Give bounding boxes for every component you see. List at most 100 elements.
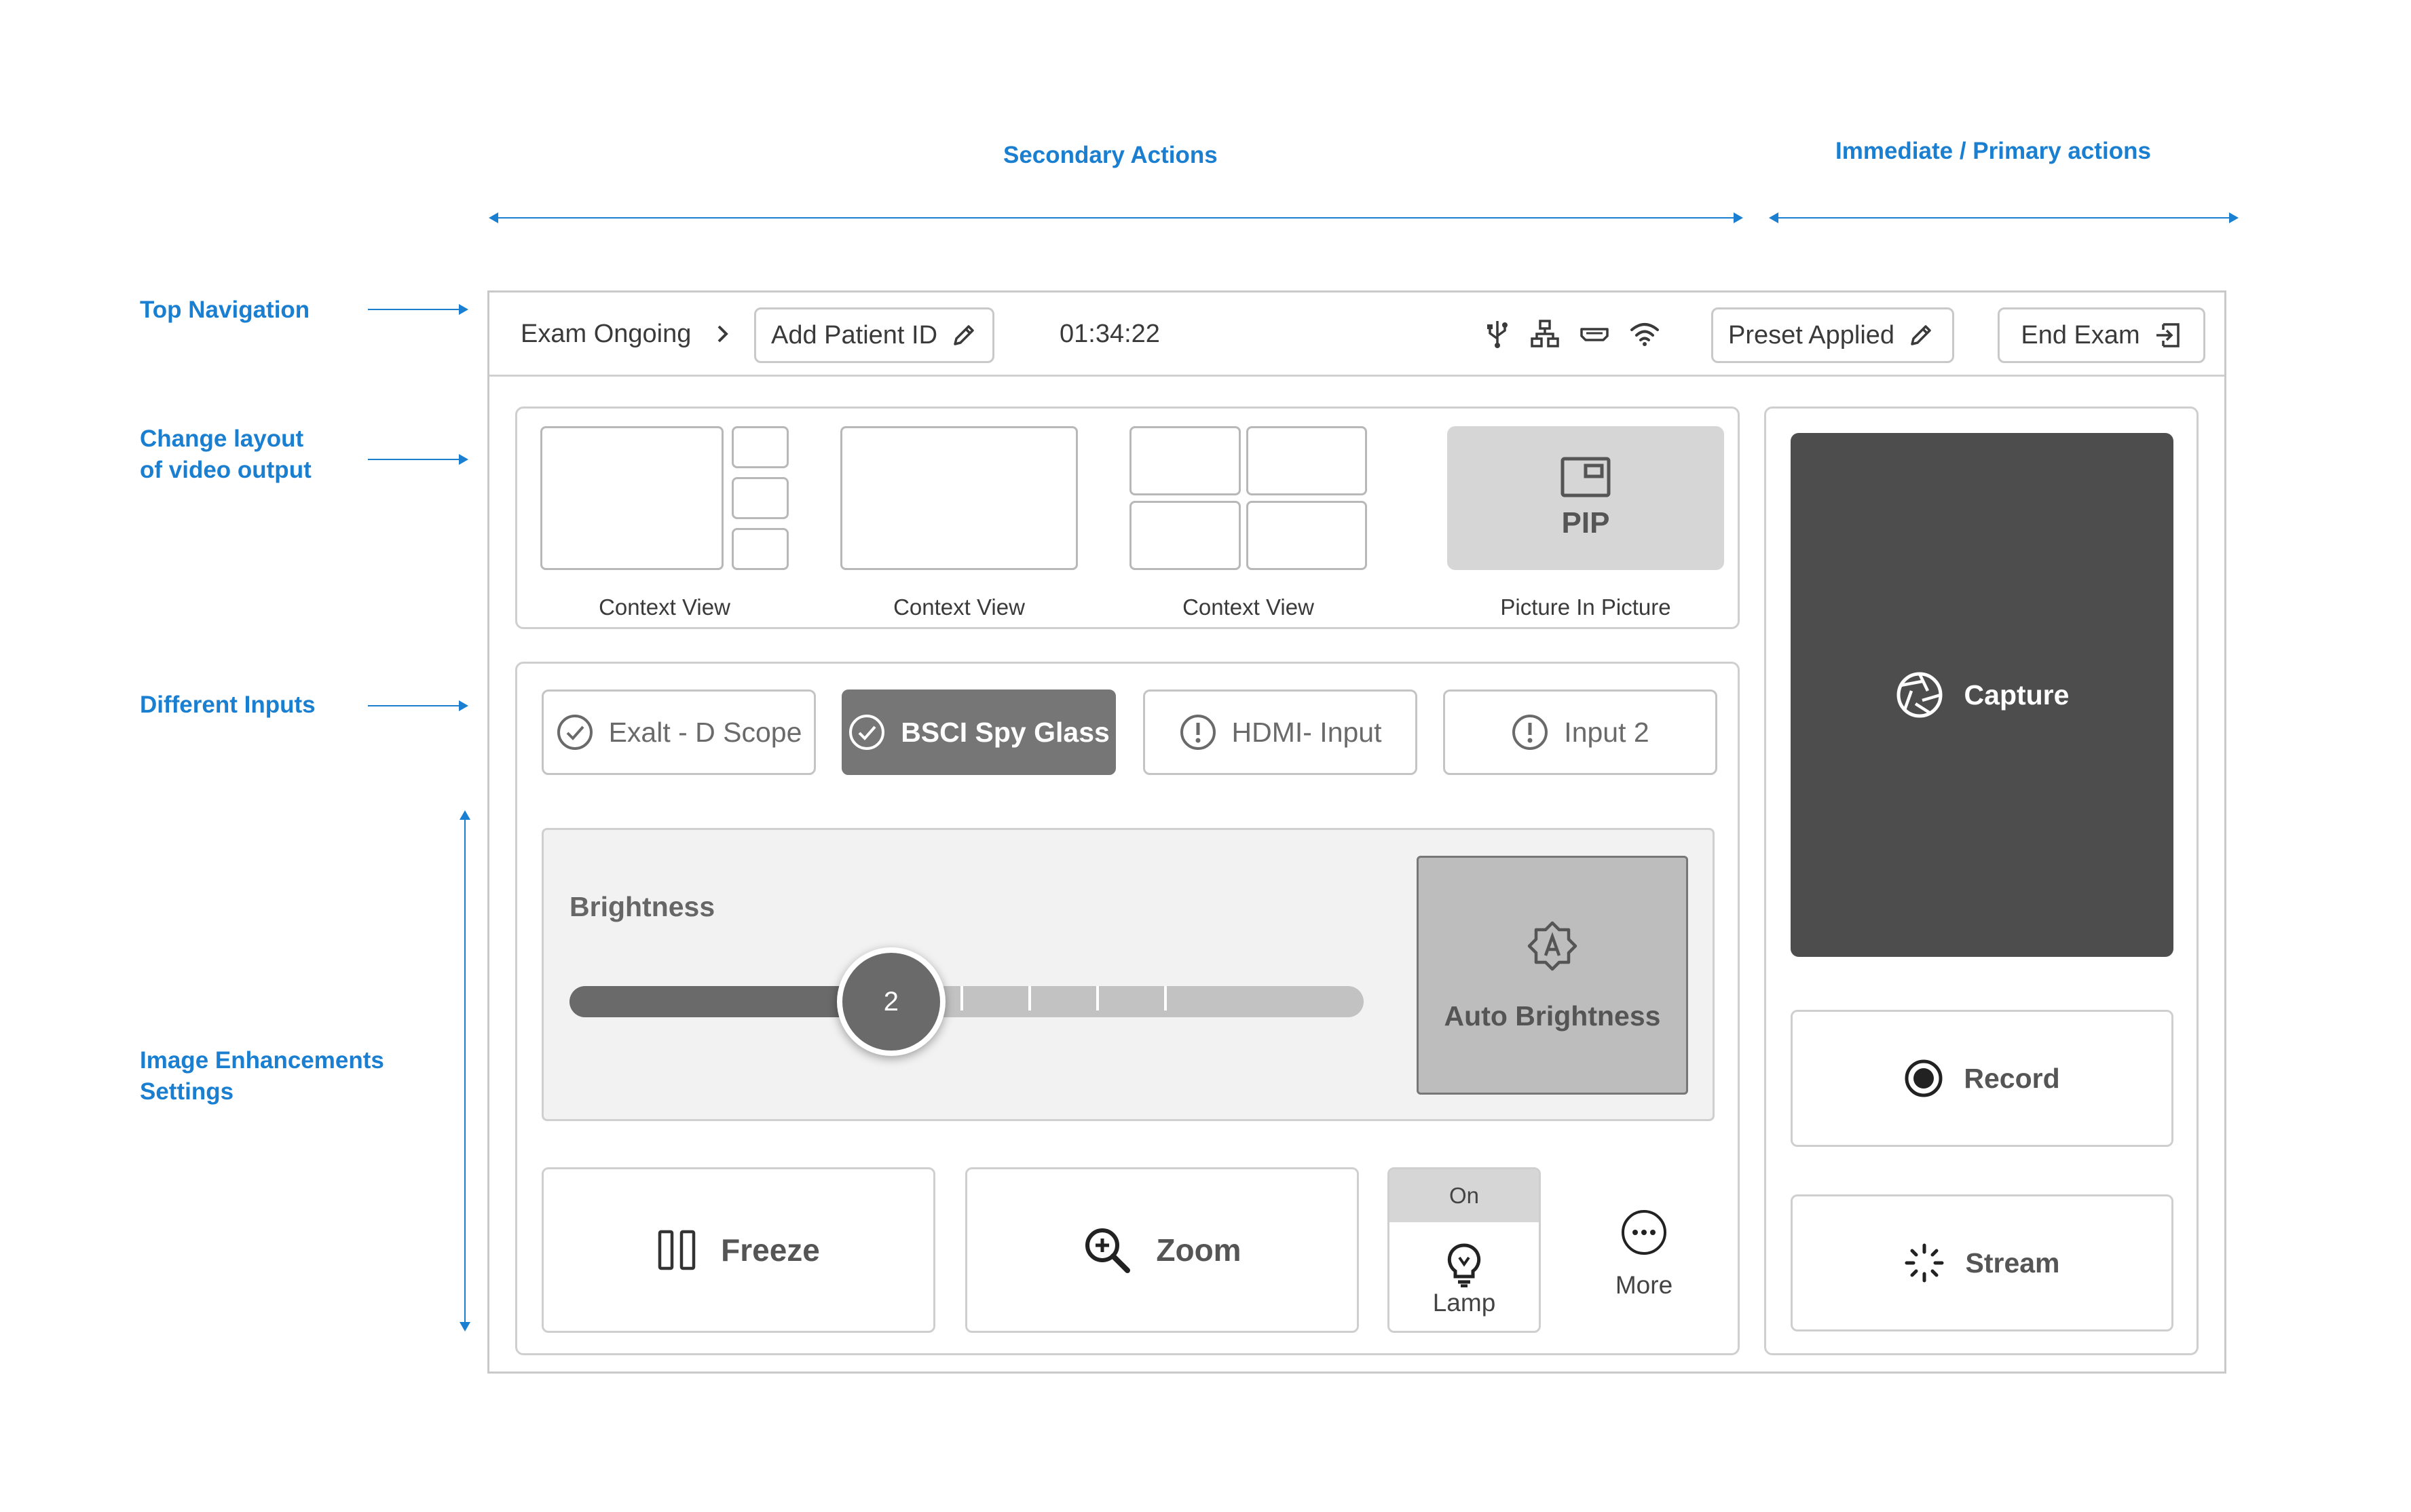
check-circle-icon (557, 715, 593, 750)
freeze-button[interactable]: Freeze (542, 1167, 935, 1333)
slider-tick (1096, 986, 1099, 1010)
zoom-button[interactable]: Zoom (965, 1167, 1359, 1333)
layout-thumb-small-1 (732, 426, 789, 468)
layout-label: Context View (893, 594, 1025, 620)
annotation-image-enh-line2: Settings (140, 1078, 234, 1105)
annotation-secondary-arrow (489, 212, 1743, 223)
brightness-label: Brightness (569, 891, 715, 922)
slider-handle[interactable]: 2 (836, 947, 946, 1056)
layout-label: Picture In Picture (1500, 594, 1671, 620)
annotation-primary-arrow (1769, 212, 2239, 223)
layout-option-context-quad[interactable]: Context View (1129, 426, 1367, 623)
annotation-primary-actions: Immediate / Primary actions (1835, 138, 2151, 164)
layout-thumb-quad-2 (1246, 426, 1367, 495)
record-button[interactable]: Record (1791, 1010, 2173, 1147)
controls-panel: Exalt - D Scope BSCI Spy Glass HDMI- Inp… (515, 662, 1740, 1355)
layout-thumb-quad-3 (1129, 501, 1241, 570)
pencil-icon (1911, 325, 1931, 345)
exam-status-label: Exam Ongoing (521, 320, 692, 348)
lamp-button[interactable]: On Lamp (1387, 1167, 1541, 1333)
check-circle-icon (849, 715, 885, 750)
add-patient-id-label: Add Patient ID (771, 320, 938, 349)
auto-brightness-icon (1527, 921, 1577, 970)
layout-option-pip[interactable]: PIP Picture In Picture (1447, 426, 1724, 623)
top-navigation-bar: Exam Ongoing Add Patient ID 01:34:22 Pre… (489, 292, 2224, 377)
annotation-top-navigation: Top Navigation (140, 297, 310, 323)
pause-icon (658, 1230, 696, 1270)
capture-label: Capture (1964, 679, 2070, 711)
annotation-change-layout: Change layout of video output (140, 423, 312, 486)
layout-option-context-stack[interactable]: Context View (540, 426, 789, 623)
layout-panel: Context View Context View Context View P… (515, 407, 1740, 629)
exam-status[interactable]: Exam Ongoing (521, 318, 730, 349)
input-label: Input 2 (1564, 716, 1649, 748)
input-bsci-spy-glass[interactable]: BSCI Spy Glass (842, 689, 1116, 775)
input-label: BSCI Spy Glass (901, 716, 1110, 748)
usb-icon (1487, 321, 1508, 348)
input-label: Exalt - D Scope (608, 716, 802, 748)
input-label: HDMI- Input (1231, 716, 1382, 748)
annotation-change-layout-arrow (368, 454, 468, 465)
network-icon (1531, 320, 1559, 347)
auto-brightness-label: Auto Brightness (1444, 1000, 1661, 1032)
layout-option-context-single[interactable]: Context View (840, 426, 1078, 623)
lamp-state-badge: On (1389, 1169, 1539, 1222)
layout-thumb-quad-4 (1246, 501, 1367, 570)
zoom-in-icon (1085, 1228, 1131, 1273)
layout-thumb-small-2 (732, 477, 789, 519)
slider-value: 2 (883, 986, 899, 1017)
brightness-panel: Brightness 2 Auto Brightness (542, 828, 1715, 1121)
annotation-image-enh-arrow (460, 810, 470, 1331)
chevron-right-icon (717, 325, 729, 343)
zoom-label: Zoom (1156, 1232, 1241, 1268)
end-exam-button[interactable]: End Exam (1998, 307, 2205, 363)
layout-label: Context View (599, 594, 730, 620)
primary-actions-panel: Capture Record Stream (1764, 407, 2199, 1355)
annotation-change-layout-line2: of video output (140, 457, 312, 483)
more-icon (1622, 1210, 1666, 1255)
layout-thumb-single (840, 426, 1078, 570)
input-hdmi[interactable]: HDMI- Input (1143, 689, 1417, 775)
annotation-image-enh-line1: Image Enhancements (140, 1047, 384, 1074)
annotation-image-enhancements: Image Enhancements Settings (140, 1045, 384, 1108)
auto-brightness-button[interactable]: Auto Brightness (1417, 856, 1688, 1095)
end-exam-label: End Exam (2021, 320, 2140, 349)
capture-button[interactable]: Capture (1791, 433, 2173, 957)
slider-tick (1163, 986, 1167, 1010)
exit-icon (2156, 323, 2180, 347)
add-patient-id-button[interactable]: Add Patient ID (754, 307, 994, 363)
annotation-different-inputs: Different Inputs (140, 692, 316, 718)
annotation-inputs-arrow (368, 700, 468, 711)
preset-applied-button[interactable]: Preset Applied (1711, 307, 1954, 363)
annotation-secondary-actions: Secondary Actions (1003, 142, 1218, 168)
pip-tile-text: PIP (1561, 506, 1610, 540)
alert-circle-icon (1512, 715, 1548, 750)
pip-tile: PIP (1447, 426, 1724, 570)
stream-icon (1905, 1243, 1944, 1283)
preset-applied-label: Preset Applied (1728, 320, 1895, 349)
more-label: More (1615, 1271, 1673, 1299)
lightbulb-icon (1447, 1243, 1481, 1287)
stream-label: Stream (1965, 1247, 2060, 1279)
layout-thumb-quad-1 (1129, 426, 1241, 495)
lamp-label: Lamp (1432, 1289, 1496, 1317)
camera-shutter-icon (1896, 672, 1943, 718)
alert-circle-icon (1180, 715, 1216, 750)
device-screen: Exam Ongoing Add Patient ID 01:34:22 Pre… (487, 290, 2226, 1374)
hdmi-icon (1580, 328, 1609, 341)
stream-button[interactable]: Stream (1791, 1194, 2173, 1331)
input-exalt-d-scope[interactable]: Exalt - D Scope (542, 689, 816, 775)
layout-label: Context View (1182, 594, 1314, 620)
brightness-slider[interactable]: 2 (569, 947, 1364, 1056)
freeze-label: Freeze (721, 1232, 820, 1268)
picture-in-picture-icon (1560, 457, 1611, 497)
record-icon (1905, 1059, 1943, 1097)
input-2[interactable]: Input 2 (1443, 689, 1717, 775)
slider-tick (960, 986, 963, 1010)
slider-tick (1028, 986, 1031, 1010)
more-button[interactable]: More (1569, 1179, 1719, 1329)
layout-thumb-main (540, 426, 724, 570)
annotation-change-layout-line1: Change layout (140, 426, 304, 452)
status-icons (1484, 318, 1660, 349)
exam-timer: 01:34:22 (1060, 320, 1160, 348)
